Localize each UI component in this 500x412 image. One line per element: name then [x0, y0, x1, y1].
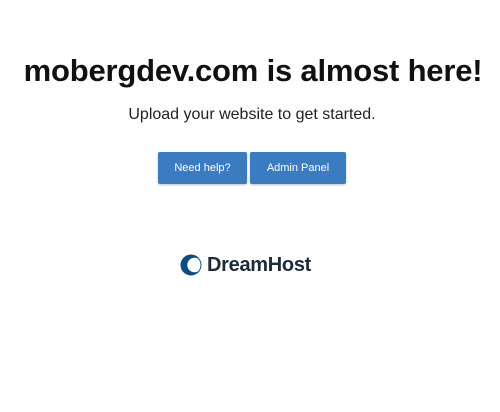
page-subtitle: Upload your website to get started. [128, 106, 376, 123]
dreamhost-moon-icon [180, 254, 202, 276]
admin-panel-button[interactable]: Admin Panel [250, 152, 346, 184]
page-title: mobergdev.com is almost here! [23, 53, 483, 88]
dreamhost-logo[interactable]: DreamHost [180, 253, 311, 277]
logo-text: DreamHost [207, 253, 311, 276]
parked-domain-page: mobergdev.com is almost here! Upload you… [0, 0, 500, 412]
action-buttons: Need help? Admin Panel [158, 152, 346, 184]
need-help-button[interactable]: Need help? [158, 152, 247, 184]
